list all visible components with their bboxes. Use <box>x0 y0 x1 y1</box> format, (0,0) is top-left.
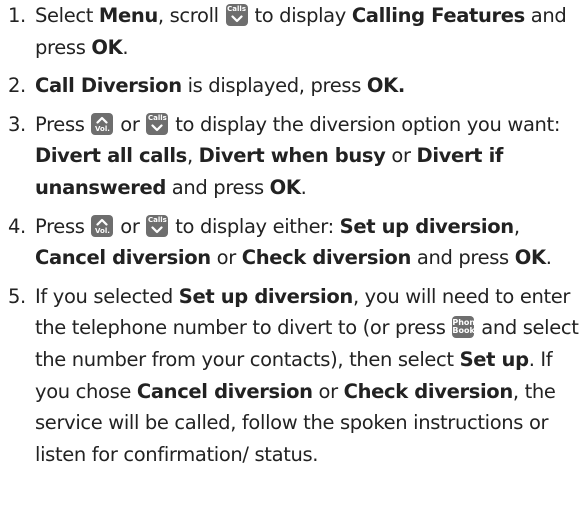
step-2: 2. Call Diversion is displayed, press OK… <box>8 70 580 102</box>
step-text: to display the diversion option you want… <box>169 112 561 136</box>
step-3: 3. Press Vol. or Calls to display the di… <box>8 109 580 204</box>
step-text: is displayed, press <box>181 74 367 98</box>
vol-up-key-icon: Vol. <box>91 214 114 237</box>
calls-down-key-icon: Calls <box>225 4 248 26</box>
check-diversion-term: Check diversion <box>343 379 514 403</box>
step-text: and press <box>411 246 515 270</box>
step-text: , <box>186 144 199 168</box>
cancel-diversion-term: Cancel diversion <box>136 379 313 403</box>
step-4: 4. Press Vol. or Calls to display either… <box>8 211 580 274</box>
key-label-line2: Book <box>452 326 475 336</box>
ok-term: OK. <box>366 74 405 98</box>
step-text: to display either: <box>169 214 340 238</box>
step-text: or <box>114 112 146 136</box>
step-text: . <box>122 35 129 59</box>
divert-all-calls-term: Divert all calls <box>35 144 187 168</box>
ok-term: OK <box>91 35 123 59</box>
cancel-diversion-term: Cancel diversion <box>35 246 211 270</box>
key-label: Calls <box>147 113 167 122</box>
divert-when-busy-term: Divert when busy <box>198 144 386 168</box>
key-label: Calls <box>227 5 246 13</box>
step-text: Select <box>35 4 99 27</box>
ok-term: OK <box>269 175 301 199</box>
instruction-list: 1. Select Menu, scroll Calls to display … <box>0 0 580 470</box>
vol-up-key-icon: Vol. <box>91 112 114 135</box>
step-text: or <box>210 246 242 270</box>
calling-features-term: Calling Features <box>351 4 525 27</box>
step-number: 4. <box>8 214 26 238</box>
step-text: and press <box>165 175 270 199</box>
key-label: Calls <box>147 215 167 224</box>
step-number: 5. <box>8 284 26 308</box>
key-label: Vol. <box>94 124 110 133</box>
step-text: or <box>312 379 344 403</box>
step-text: Press <box>35 214 91 238</box>
step-text: . <box>300 175 307 199</box>
ok-term: OK <box>514 246 546 270</box>
key-label: Vol. <box>94 226 110 235</box>
check-diversion-term: Check diversion <box>241 246 412 270</box>
step-number: 1. <box>8 4 26 27</box>
step-text: Press <box>35 112 91 136</box>
step-number: 2. <box>8 74 26 98</box>
set-up-diversion-term: Set up diversion <box>339 214 515 238</box>
step-text: If you selected <box>35 284 179 308</box>
step-text: . <box>545 246 552 270</box>
step-5: 5. If you selected Set up diversion, you… <box>8 281 580 471</box>
calls-down-key-icon: Calls <box>146 112 169 135</box>
step-text: , scroll <box>157 4 225 27</box>
set-up-term: Set up <box>459 347 529 371</box>
set-up-diversion-term: Set up diversion <box>178 284 354 308</box>
step-number: 3. <box>8 112 26 136</box>
step-text: , <box>513 214 520 238</box>
menu-term: Menu <box>98 4 158 27</box>
step-1: 1. Select Menu, scroll Calls to display … <box>8 0 580 63</box>
step-text: or <box>114 214 146 238</box>
phone-book-key-icon: Phone Book <box>452 316 481 339</box>
step-text: or <box>385 144 417 168</box>
calls-down-key-icon: Calls <box>146 214 169 237</box>
call-diversion-term: Call Diversion <box>35 74 182 98</box>
step-text: to display <box>248 4 352 27</box>
